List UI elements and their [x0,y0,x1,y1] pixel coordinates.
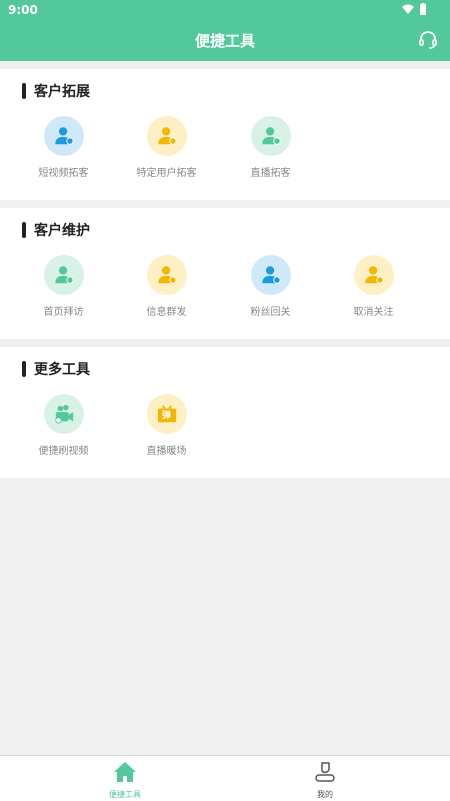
tool-label: 取消关注 [353,307,394,318]
section-title: 客户维护 [22,220,90,240]
section-customer-expansion: 客户拓展 短视频拓客 特定用户拓客 直播拓客 [0,69,450,200]
tool-item[interactable]: 首页拜访 [12,255,115,318]
video-camera-icon [43,394,84,434]
user-home-icon [43,255,84,295]
nav-label: 我的 [317,790,333,799]
section-more-tools: 更多工具 便捷刷视频 弹直播暖场 [0,347,450,478]
nav-label: 便捷工具 [109,790,141,799]
user-live-icon [250,116,291,156]
tool-label: 信息群发 [146,307,187,318]
user-follow-icon [250,255,291,295]
bottom-nav: 便捷工具 我的 [0,755,450,801]
user-search-icon [146,116,187,156]
section-title: 更多工具 [22,359,90,379]
user-video-icon [43,116,84,156]
tool-item[interactable]: 信息群发 [115,255,218,318]
nav-tab[interactable]: 我的 [285,760,365,800]
status-time: 9:00 [8,3,38,17]
customer-service-icon[interactable] [418,30,438,50]
section-customer-maintenance: 客户维护 首页拜访 信息群发 粉丝回关 取消关注 [0,208,450,339]
tool-item[interactable]: 取消关注 [322,255,425,318]
tool-item[interactable]: 直播拓客 [219,116,322,179]
tool-label: 直播暖场 [146,446,187,457]
tool-label: 特定用户拓客 [136,168,197,179]
profile-icon [315,762,335,782]
tool-item[interactable]: 特定用户拓客 [115,116,218,179]
user-unfollow-icon [353,255,394,295]
section-title: 客户拓展 [22,81,90,101]
page-title: 便捷工具 [194,32,255,50]
tool-label: 便捷刷视频 [38,446,89,457]
app-header: 便捷工具 [0,20,450,61]
tool-item[interactable]: 粉丝回关 [219,255,322,318]
tool-item[interactable]: 便捷刷视频 [12,394,115,457]
status-bar: 9:00 [0,0,450,20]
home-icon [114,762,136,782]
tool-label: 直播拓客 [250,168,291,179]
tool-item[interactable]: 短视频拓客 [12,116,115,179]
wifi-battery-icon [402,3,426,15]
tool-label: 首页拜访 [43,307,84,318]
user-message-icon [146,255,187,295]
tool-label: 粉丝回关 [250,307,291,318]
tool-item[interactable]: 弹直播暖场 [115,394,218,457]
danmu-glyph: 弹 [161,411,171,421]
tool-label: 短视频拓客 [38,168,89,179]
nav-tab[interactable]: 便捷工具 [85,760,165,800]
tv-danmu-icon: 弹 [146,394,187,434]
